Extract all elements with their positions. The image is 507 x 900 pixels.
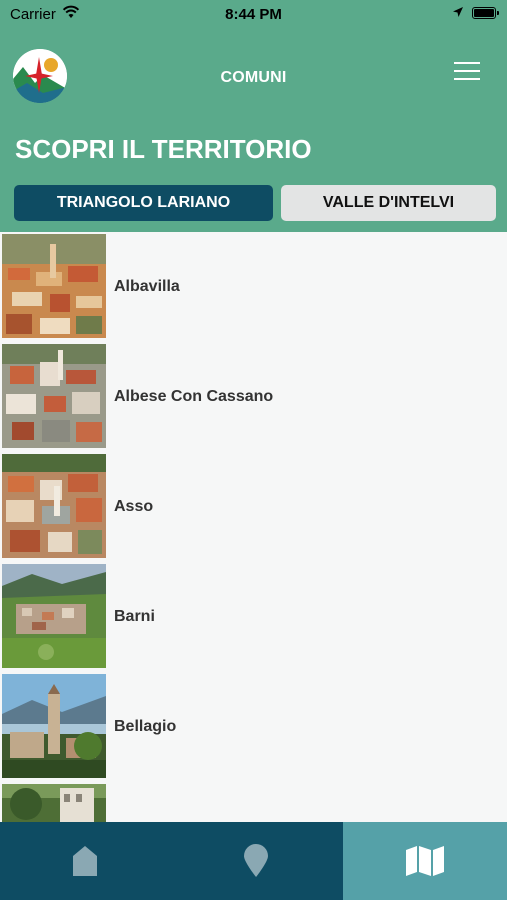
comune-thumbnail [2,454,106,558]
hamburger-menu-icon[interactable] [454,62,482,82]
page-title: COMUNI [220,69,287,86]
clock: 8:44 PM [225,6,282,23]
comune-thumbnail [2,784,106,822]
list-item-albavilla[interactable]: Albavilla [0,232,507,342]
comune-name: Barni [114,608,155,625]
location-arrow-icon [453,7,463,17]
comune-name: Albese Con Cassano [114,388,274,405]
map-pin-icon [244,844,268,877]
comune-name: Bellagio [114,718,177,735]
comune-thumbnail [2,674,106,778]
list-item-albese-con-cassano[interactable]: Albese Con Cassano [0,342,507,452]
nav-map-pin-button[interactable] [169,822,343,900]
section-title: SCOPRI IL TERRITORIO [15,134,312,164]
comune-name: Asso [114,498,154,515]
comune-thumbnail [2,234,106,338]
header: Carrier 8:44 PM COMUNI SCOPRI IL TERRITO… [0,0,507,232]
tab-valle-d-intelvi[interactable]: VALLE D'INTELVI [281,185,496,221]
battery-icon [472,7,499,19]
comuni-list[interactable]: Albavilla Albese Con Cassano Asso Barni … [0,232,507,822]
comune-thumbnail [2,564,106,668]
nav-map-button[interactable] [343,822,507,900]
list-item-asso[interactable]: Asso [0,452,507,562]
tab-triangolo-lariano[interactable]: TRIANGOLO LARIANO [14,185,273,221]
comune-thumbnail [2,344,106,448]
status-bar: Carrier 8:44 PM [0,0,507,30]
home-icon [72,846,97,876]
comune-name: Albavilla [114,278,180,295]
list-item-barni[interactable]: Barni [0,562,507,672]
nav-home-button[interactable] [0,822,169,900]
map-icon [406,846,444,876]
bottom-nav [0,822,507,900]
list-item-bellagio[interactable]: Bellagio [0,672,507,782]
list-item[interactable] [0,782,507,822]
